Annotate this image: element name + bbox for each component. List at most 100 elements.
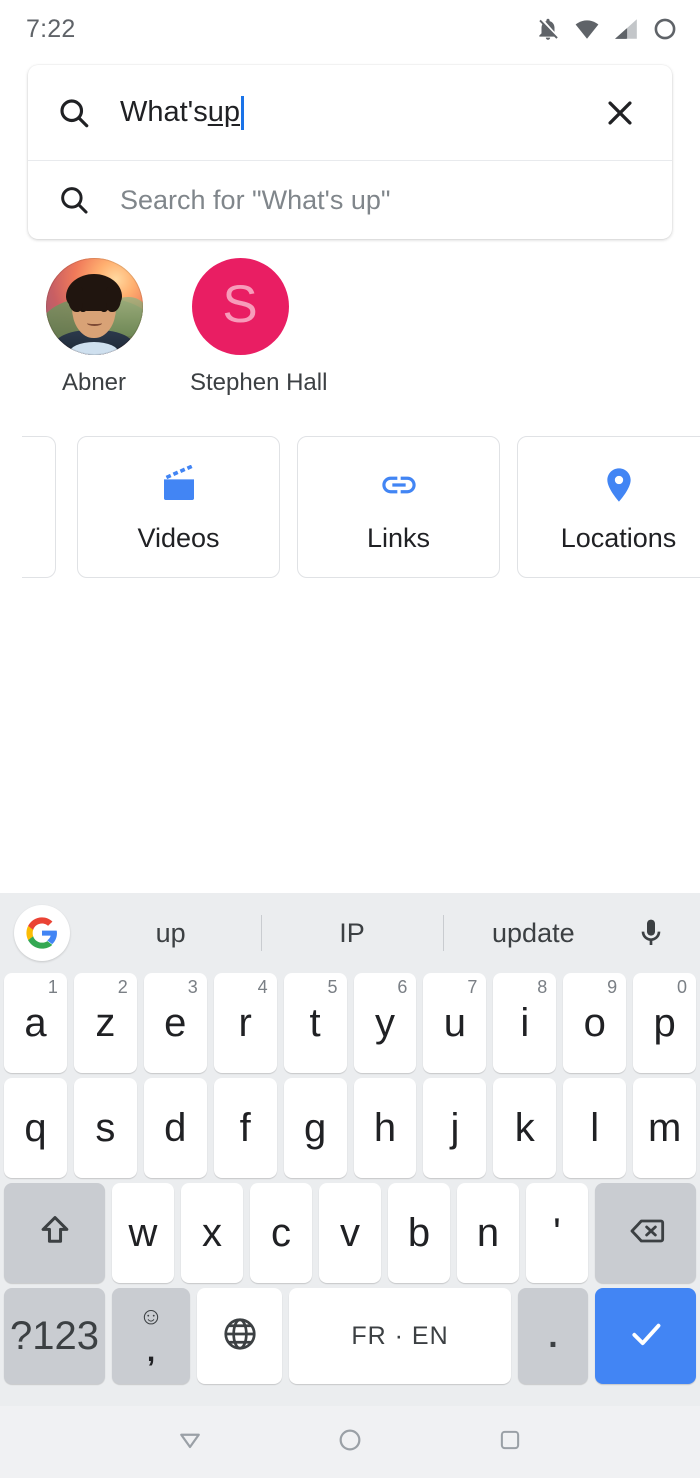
category-card-partial[interactable] — [22, 436, 56, 578]
key-z[interactable]: 2z — [73, 973, 137, 1073]
contact-name: Abner — [61, 369, 127, 396]
battery-circle-icon — [652, 16, 678, 42]
key-u[interactable]: 7u — [423, 973, 487, 1073]
symbols-key[interactable]: ?123 — [4, 1288, 105, 1384]
key-apostrophe[interactable]: ' — [526, 1183, 588, 1283]
key-label: y — [374, 1001, 395, 1045]
status-bar-icons — [535, 16, 678, 42]
back-button[interactable] — [161, 1413, 219, 1471]
key-s[interactable]: s — [73, 1078, 137, 1178]
keyboard-row-1: 1a 2z 3e 4r 5t 6y 7u 8i 9o 0p — [0, 973, 700, 1073]
notifications-off-icon — [535, 16, 561, 42]
key-t[interactable]: 5t — [283, 973, 347, 1073]
search-icon — [28, 183, 120, 217]
key-r[interactable]: 4r — [213, 973, 277, 1073]
key-number-hint: 9 — [607, 977, 618, 997]
key-j[interactable]: j — [423, 1078, 487, 1178]
key-q[interactable]: q — [4, 1078, 67, 1178]
key-label: i — [520, 1001, 530, 1045]
virtual-keyboard: up IP update 1a 2z 3e 4r 5t 6y 7u 8i 9o … — [0, 893, 700, 1406]
key-label: x — [202, 1211, 222, 1255]
recents-square-icon — [497, 1427, 523, 1458]
key-l[interactable]: l — [563, 1078, 627, 1178]
contact-item[interactable]: S Stephen Hall — [190, 258, 328, 397]
suggestion-chip[interactable]: IP — [261, 918, 442, 949]
key-label: k — [514, 1106, 535, 1150]
key-label: n — [476, 1211, 500, 1255]
keyboard-suggestion-bar: up IP update — [0, 893, 700, 973]
category-card-locations[interactable]: Locations — [517, 436, 700, 578]
suggestion-chip[interactable]: update — [443, 918, 624, 949]
key-f[interactable]: f — [213, 1078, 277, 1178]
key-d[interactable]: d — [143, 1078, 207, 1178]
category-card-videos[interactable]: Videos — [77, 436, 280, 578]
home-button[interactable] — [321, 1413, 379, 1471]
key-c[interactable]: c — [250, 1183, 312, 1283]
collapse-keyboard-triangle-icon — [176, 1426, 204, 1459]
search-query-prefix: What's — [120, 96, 208, 128]
key-h[interactable]: h — [353, 1078, 417, 1178]
keyboard-row-2: q s d f g h j k l m — [0, 1078, 700, 1178]
space-key[interactable]: FR · EN — [289, 1288, 511, 1384]
key-label: h — [373, 1106, 397, 1150]
key-x[interactable]: x — [181, 1183, 243, 1283]
suggestion-chip[interactable]: up — [80, 918, 261, 949]
avatar-initial: S — [222, 275, 258, 334]
key-label: o — [583, 1001, 606, 1045]
key-i[interactable]: 8i — [493, 973, 557, 1073]
key-a[interactable]: 1a — [4, 973, 67, 1073]
enter-key[interactable] — [595, 1288, 696, 1384]
key-o[interactable]: 9o — [563, 973, 627, 1073]
status-bar: 7:22 — [0, 0, 700, 58]
recents-button[interactable] — [481, 1413, 539, 1471]
language-switch-key[interactable] — [197, 1288, 282, 1384]
category-filter-strip[interactable]: Videos Links Locations — [0, 436, 700, 578]
category-label: Links — [366, 522, 431, 553]
keyboard-row-4: ?123 ☺ , FR · EN . — [0, 1288, 700, 1384]
emoji-comma-key[interactable]: ☺ , — [112, 1288, 190, 1384]
map-pin-icon — [599, 461, 639, 509]
search-input-row[interactable]: What's up — [28, 65, 672, 160]
key-number-hint: 1 — [47, 977, 58, 997]
key-w[interactable]: w — [112, 1183, 174, 1283]
google-g-icon[interactable] — [14, 905, 70, 961]
key-k[interactable]: k — [493, 1078, 557, 1178]
language-globe-icon — [221, 1315, 259, 1358]
key-y[interactable]: 6y — [353, 973, 417, 1073]
key-label: ?123 — [10, 1314, 99, 1358]
key-p[interactable]: 0p — [633, 973, 697, 1073]
search-query-composing: up — [207, 96, 240, 128]
key-label: e — [164, 1001, 187, 1045]
backspace-key[interactable] — [595, 1183, 696, 1283]
period-key[interactable]: . — [518, 1288, 588, 1384]
search-icon — [28, 95, 120, 131]
status-bar-clock: 7:22 — [26, 14, 76, 43]
key-number-hint: 8 — [537, 977, 548, 997]
comma-label: , — [146, 1335, 156, 1368]
key-label: w — [128, 1211, 158, 1255]
contact-results: Abner S Stephen Hall — [0, 258, 700, 397]
key-label: q — [24, 1106, 47, 1150]
key-g[interactable]: g — [283, 1078, 347, 1178]
key-number-hint: 0 — [677, 977, 688, 997]
cellular-signal-icon — [613, 16, 639, 42]
key-v[interactable]: v — [319, 1183, 381, 1283]
key-b[interactable]: b — [388, 1183, 450, 1283]
backspace-icon — [626, 1211, 666, 1256]
clear-search-button[interactable] — [594, 87, 646, 139]
video-clapperboard-icon — [159, 461, 199, 509]
key-m[interactable]: m — [633, 1078, 697, 1178]
search-suggestion-row[interactable]: Search for "What's up" — [28, 161, 672, 239]
microphone-icon[interactable] — [624, 906, 678, 960]
search-input[interactable]: What's up — [120, 95, 594, 130]
key-label: z — [95, 1001, 116, 1045]
key-e[interactable]: 3e — [143, 973, 207, 1073]
category-label: Locations — [560, 522, 677, 553]
contact-item[interactable]: Abner — [44, 258, 144, 397]
key-n[interactable]: n — [457, 1183, 519, 1283]
key-label: l — [590, 1106, 600, 1150]
category-card-links[interactable]: Links — [297, 436, 500, 578]
shift-key[interactable] — [4, 1183, 105, 1283]
key-label: c — [271, 1211, 291, 1255]
contact-name: Stephen Hall — [190, 369, 328, 396]
